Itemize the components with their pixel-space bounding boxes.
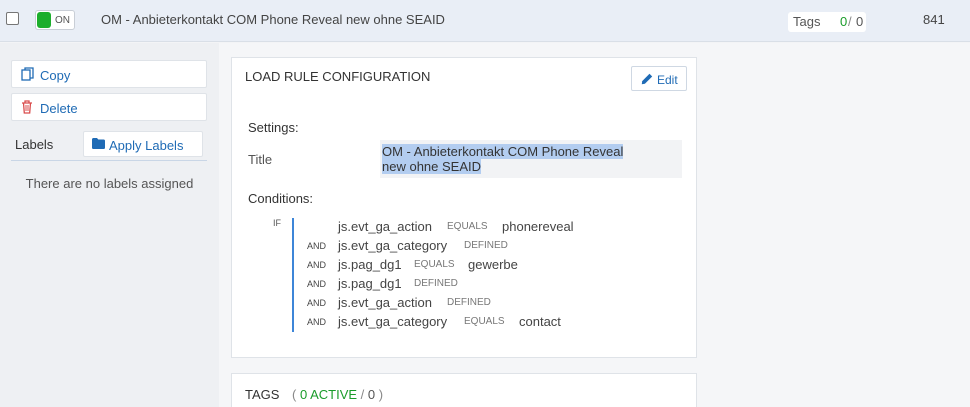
tags-total-count: 0 bbox=[856, 14, 864, 29]
rule-select-checkbox[interactable] bbox=[6, 12, 19, 25]
condition-value: phonereveal bbox=[502, 219, 574, 234]
toggle-label: ON bbox=[55, 15, 70, 26]
settings-heading: Settings: bbox=[248, 120, 299, 135]
condition-row: AND js.evt_ga_category EQUALS contact bbox=[232, 313, 698, 332]
tags-label: Tags bbox=[793, 14, 821, 29]
title-line-1: OM - Anbieterkontakt COM Phone Reveal bbox=[382, 144, 624, 159]
condition-row: AND js.pag_dg1 EQUALS gewerbe bbox=[232, 256, 698, 275]
tags-separator: / bbox=[848, 14, 852, 29]
condition-operator: AND bbox=[307, 279, 327, 289]
condition-operator: AND bbox=[307, 317, 327, 327]
copy-label: Copy bbox=[40, 68, 71, 83]
condition-row: AND js.pag_dg1 DEFINED bbox=[232, 275, 698, 294]
rule-status-toggle[interactable]: ON bbox=[35, 10, 75, 30]
condition-variable: js.evt_ga_action bbox=[338, 219, 432, 234]
condition-variable: js.evt_ga_category bbox=[338, 314, 448, 329]
tags-panel-separator: / bbox=[360, 387, 365, 402]
no-labels-message: There are no labels assigned bbox=[25, 176, 194, 191]
tags-close-paren: ) bbox=[378, 387, 384, 402]
trash-icon bbox=[22, 100, 32, 114]
folder-icon bbox=[92, 138, 105, 149]
condition-operator: AND bbox=[307, 298, 327, 308]
copy-button[interactable]: Copy bbox=[11, 60, 207, 88]
rule-title[interactable]: OM - Anbieterkontakt COM Phone Reveal ne… bbox=[101, 12, 445, 27]
condition-row: AND js.evt_ga_action DEFINED bbox=[232, 294, 698, 313]
copy-icon bbox=[21, 67, 34, 81]
tags-panel-total: 0 bbox=[367, 387, 376, 402]
condition-comparator: DEFINED bbox=[464, 240, 508, 251]
title-field-value-box[interactable]: OM - Anbieterkontakt COM Phone Reveal ne… bbox=[380, 140, 682, 178]
title-line-2: new ohne SEAID bbox=[382, 159, 482, 174]
load-rule-configuration-panel: LOAD RULE CONFIGURATION Edit Settings: T… bbox=[231, 57, 697, 358]
labels-heading: Labels bbox=[15, 137, 54, 152]
conditions-heading: Conditions: bbox=[248, 191, 314, 206]
toggle-knob bbox=[37, 12, 51, 28]
condition-comparator: EQUALS bbox=[464, 316, 505, 327]
delete-label: Delete bbox=[40, 101, 78, 116]
condition-value: contact bbox=[519, 314, 561, 329]
edit-label: Edit bbox=[657, 73, 678, 87]
tags-panel-title: TAGS bbox=[245, 387, 280, 402]
condition-comparator: DEFINED bbox=[414, 278, 458, 289]
tags-open-paren: ( bbox=[292, 387, 297, 402]
rule-id: 841 bbox=[923, 12, 945, 27]
condition-variable: js.evt_ga_category bbox=[338, 238, 448, 253]
condition-operator: AND bbox=[307, 260, 327, 270]
condition-value: gewerbe bbox=[468, 257, 518, 272]
condition-comparator: EQUALS bbox=[414, 259, 455, 270]
panel-title: LOAD RULE CONFIGURATION bbox=[245, 69, 431, 84]
title-field-value[interactable]: OM - Anbieterkontakt COM Phone Reveal ne… bbox=[382, 144, 632, 174]
condition-operator: AND bbox=[307, 241, 327, 251]
condition-row: AND js.evt_ga_category DEFINED bbox=[232, 237, 698, 256]
edit-button[interactable]: Edit bbox=[631, 66, 687, 91]
tags-active-count: 0 bbox=[840, 14, 848, 29]
condition-variable: js.evt_ga_action bbox=[338, 295, 432, 310]
rule-detail-area: LOAD RULE CONFIGURATION Edit Settings: T… bbox=[219, 43, 970, 407]
tags-panel: TAGS ( 0 ACTIVE / 0 ) bbox=[231, 373, 697, 407]
tags-panel-count: ( 0 ACTIVE / 0 ) bbox=[292, 387, 383, 402]
condition-comparator: EQUALS bbox=[447, 221, 488, 232]
title-field-label: Title bbox=[248, 152, 273, 167]
condition-variable: js.pag_dg1 bbox=[338, 257, 402, 272]
apply-labels-button[interactable]: Apply Labels bbox=[83, 131, 203, 157]
apply-labels-label: Apply Labels bbox=[109, 138, 184, 153]
rule-header: ON OM - Anbieterkontakt COM Phone Reveal… bbox=[0, 0, 970, 42]
pencil-icon bbox=[641, 73, 653, 85]
rule-actions-sidebar: Copy Delete Labels Apply Labels There ar… bbox=[0, 43, 219, 407]
tags-panel-active: 0 ACTIVE bbox=[299, 387, 358, 402]
labels-divider bbox=[11, 160, 207, 161]
condition-comparator: DEFINED bbox=[447, 297, 491, 308]
condition-variable: js.pag_dg1 bbox=[338, 276, 402, 291]
tags-count-badge: Tags 0 / 0 bbox=[788, 12, 866, 32]
condition-row: js.evt_ga_action EQUALS phonereveal bbox=[232, 218, 698, 237]
delete-button[interactable]: Delete bbox=[11, 93, 207, 121]
